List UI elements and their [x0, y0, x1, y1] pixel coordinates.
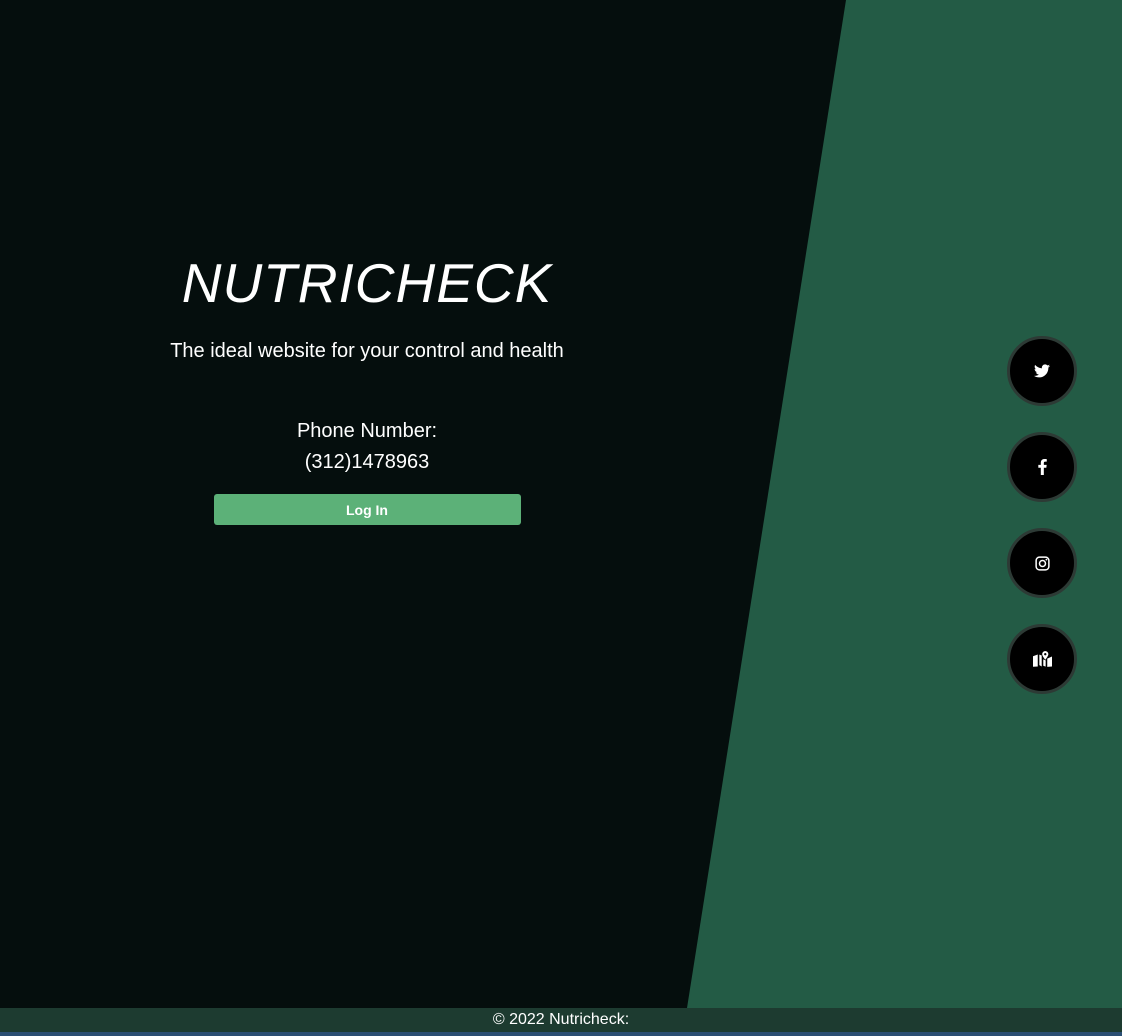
footer: © 2022 Nutricheck:	[0, 1008, 1122, 1032]
footer-bottom-border	[0, 1032, 1122, 1036]
social-links	[1007, 336, 1077, 720]
login-button[interactable]: Log In	[213, 494, 521, 525]
map-icon	[1032, 651, 1052, 667]
site-tagline: The ideal website for your control and h…	[170, 340, 564, 362]
phone-number: (312)1478963	[304, 451, 430, 473]
page: NUTRICHECK The ideal website for your co…	[0, 0, 1122, 1036]
facebook-button[interactable]	[1007, 432, 1077, 502]
copyright-text: © 2022 Nutricheck:	[492, 1011, 630, 1028]
phone-label: Phone Number:	[296, 420, 438, 442]
facebook-icon	[1037, 459, 1047, 475]
map-button[interactable]	[1007, 624, 1077, 694]
instagram-button[interactable]	[1007, 528, 1077, 598]
twitter-button[interactable]	[1007, 336, 1077, 406]
site-title: NUTRICHECK	[181, 252, 553, 314]
hero-section: NUTRICHECK The ideal website for your co…	[112, 250, 622, 525]
instagram-icon	[1034, 555, 1050, 571]
twitter-icon	[1034, 364, 1050, 378]
